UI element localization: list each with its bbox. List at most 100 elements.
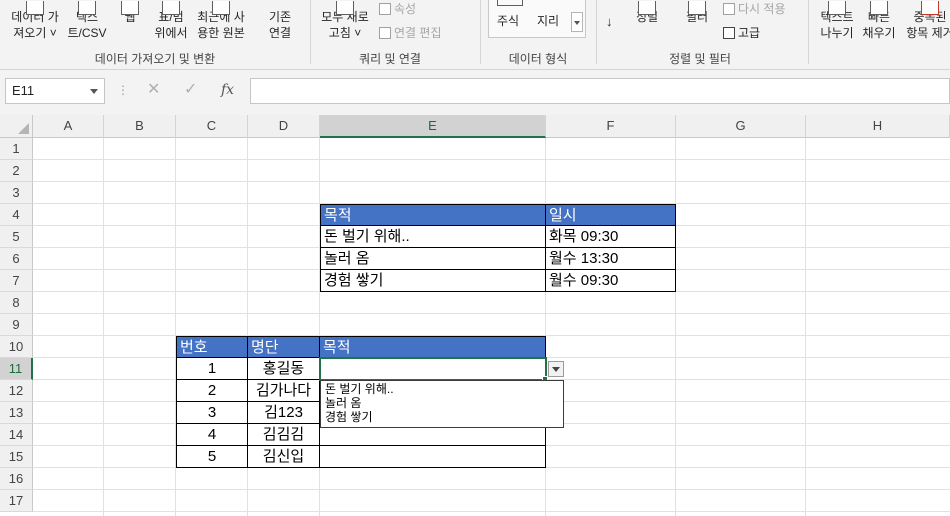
table-header-cell[interactable]: 일시 (546, 204, 676, 226)
stocks-icon (497, 0, 523, 6)
chevron-down-icon (574, 21, 580, 25)
column-header-g[interactable]: G (676, 115, 806, 138)
table-cell[interactable]: 월수 13:30 (546, 248, 676, 270)
ribbon: 데이터 가 져오기 ˅ 텍스 트/CSV 웹 표/범 위에서 최근에 사 용한 … (0, 0, 950, 70)
dropdown-option[interactable]: 돈 벌기 위해.. (321, 382, 563, 396)
select-all-corner[interactable] (0, 115, 33, 138)
column-header-a[interactable]: A (33, 115, 104, 138)
row-header-10[interactable]: 10 (0, 336, 33, 358)
gridline-horizontal (33, 313, 950, 314)
recent-sources-button[interactable]: 최근에 사 용한 원본 (192, 1, 250, 41)
column-header-c[interactable]: C (176, 115, 248, 138)
stocks-button[interactable]: 주식 (497, 13, 519, 29)
column-header-b[interactable]: B (104, 115, 176, 138)
text-to-columns-button[interactable]: 텍스트 나누기 (814, 1, 860, 41)
table-icon (162, 1, 180, 15)
dropdown-option[interactable]: 경험 쌓기 (321, 410, 563, 424)
flash-fill-button[interactable]: 빠른 채우기 (860, 1, 898, 41)
table-cell[interactable]: 김123 (248, 402, 320, 424)
data-types-gallery[interactable]: 주식 지리 (488, 0, 586, 38)
row-header-15[interactable]: 15 (0, 446, 33, 468)
advanced-filter-button[interactable]: 고급 (723, 25, 760, 41)
globe-icon (121, 1, 139, 15)
table-header-cell[interactable]: 목적 (320, 336, 546, 358)
group-separator (596, 0, 597, 64)
menu-dots-icon[interactable]: ⋮ (117, 83, 129, 97)
row-header-4[interactable]: 4 (0, 204, 33, 226)
table-cell[interactable] (320, 446, 546, 468)
chevron-down-icon[interactable] (90, 89, 98, 94)
row-header-8[interactable]: 8 (0, 292, 33, 314)
column-header-f[interactable]: F (546, 115, 676, 138)
text-file-icon (78, 1, 96, 15)
insert-function-icon[interactable]: fx (221, 80, 234, 100)
row-header-5[interactable]: 5 (0, 226, 33, 248)
table-cell[interactable]: 5 (176, 446, 248, 468)
row-header-3[interactable]: 3 (0, 182, 33, 204)
table-cell[interactable]: 1 (176, 358, 248, 380)
enter-icon[interactable]: ✓ (184, 80, 197, 100)
gridline-horizontal (33, 159, 950, 160)
name-box[interactable]: E11 (5, 78, 105, 104)
validation-dropdown-button[interactable] (548, 361, 564, 377)
cancel-icon[interactable]: ✕ (147, 80, 160, 100)
table-header-cell[interactable]: 목적 (320, 204, 546, 226)
advanced-filter-icon (723, 27, 735, 39)
table-cell[interactable]: 경험 쌓기 (320, 270, 546, 292)
validation-dropdown-list[interactable]: 돈 벌기 위해.. 놀러 옴 경험 쌓기 (320, 380, 564, 428)
table-cell[interactable]: 4 (176, 424, 248, 446)
remove-duplicates-button[interactable]: 중복된 항목 제거 (900, 1, 950, 41)
row-header-11[interactable]: 11 (0, 358, 33, 380)
row-header-14[interactable]: 14 (0, 424, 33, 446)
existing-connections-button[interactable]: 기존 연결 (262, 9, 298, 41)
table-cell[interactable]: 2 (176, 380, 248, 402)
table-cell[interactable]: 화목 09:30 (546, 226, 676, 248)
text-csv-button[interactable]: 텍스 트/CSV (64, 1, 110, 41)
row-header-7[interactable]: 7 (0, 270, 33, 292)
column-header-d[interactable]: D (248, 115, 320, 138)
column-header-e[interactable]: E (320, 115, 546, 138)
get-data-button[interactable]: 데이터 가 져오기 ˅ (6, 1, 64, 41)
refresh-all-button[interactable]: 모두 새로 고침 ˅ (314, 1, 376, 41)
table-cell[interactable]: 돈 벌기 위해.. (320, 226, 546, 248)
table-cell[interactable]: 김김김 (248, 424, 320, 446)
row-header-1[interactable]: 1 (0, 138, 33, 160)
column-header-h[interactable]: H (806, 115, 950, 138)
dropdown-option[interactable]: 놀러 옴 (321, 396, 563, 410)
row-header-12[interactable]: 12 (0, 380, 33, 402)
active-cell[interactable] (319, 357, 547, 381)
sort-button[interactable]: 정렬 (630, 1, 664, 25)
gallery-more-button[interactable] (571, 12, 583, 32)
properties-button[interactable]: 속성 (379, 1, 416, 17)
table-cell[interactable]: 김신입 (248, 446, 320, 468)
table-cell[interactable]: 월수 09:30 (546, 270, 676, 292)
worksheet-grid[interactable]: ABCDEFGH 1 2 3 4 5 6 7 8 9 10 11 12 13 14 15 16 17 목적 일시 돈… (0, 115, 950, 516)
table-cell[interactable]: 김가나다 (248, 380, 320, 402)
row-header-9[interactable]: 9 (0, 314, 33, 336)
select-all-icon (18, 123, 29, 134)
geography-button[interactable]: 지리 (537, 13, 559, 29)
row-header-6[interactable]: 6 (0, 248, 33, 270)
group-label-sort-filter: 정렬 및 필터 (669, 52, 731, 66)
table-cell[interactable]: 홍길동 (248, 358, 320, 380)
reapply-button[interactable]: 다시 적용 (723, 1, 786, 17)
table-header-cell[interactable]: 번호 (176, 336, 248, 358)
group-label-get-transform: 데이터 가져오기 및 변환 (94, 52, 216, 66)
properties-icon (379, 3, 391, 15)
group-separator (480, 0, 481, 64)
row-header-17[interactable]: 17 (0, 490, 33, 512)
gridline-vertical (675, 138, 676, 516)
edit-links-button[interactable]: 연결 편집 (379, 25, 442, 41)
formula-input[interactable] (250, 78, 950, 104)
sort-az-button[interactable]: ↓ (606, 14, 613, 30)
web-button[interactable]: 웹 (116, 1, 144, 25)
table-header-cell[interactable]: 명단 (248, 336, 320, 358)
table-cell[interactable]: 3 (176, 402, 248, 424)
group-separator (310, 0, 311, 64)
filter-button[interactable]: 필터 (680, 1, 714, 25)
row-header-2[interactable]: 2 (0, 160, 33, 182)
table-cell[interactable]: 놀러 옴 (320, 248, 546, 270)
row-header-13[interactable]: 13 (0, 402, 33, 424)
row-header-16[interactable]: 16 (0, 468, 33, 490)
from-table-button[interactable]: 표/범 위에서 (150, 1, 192, 41)
